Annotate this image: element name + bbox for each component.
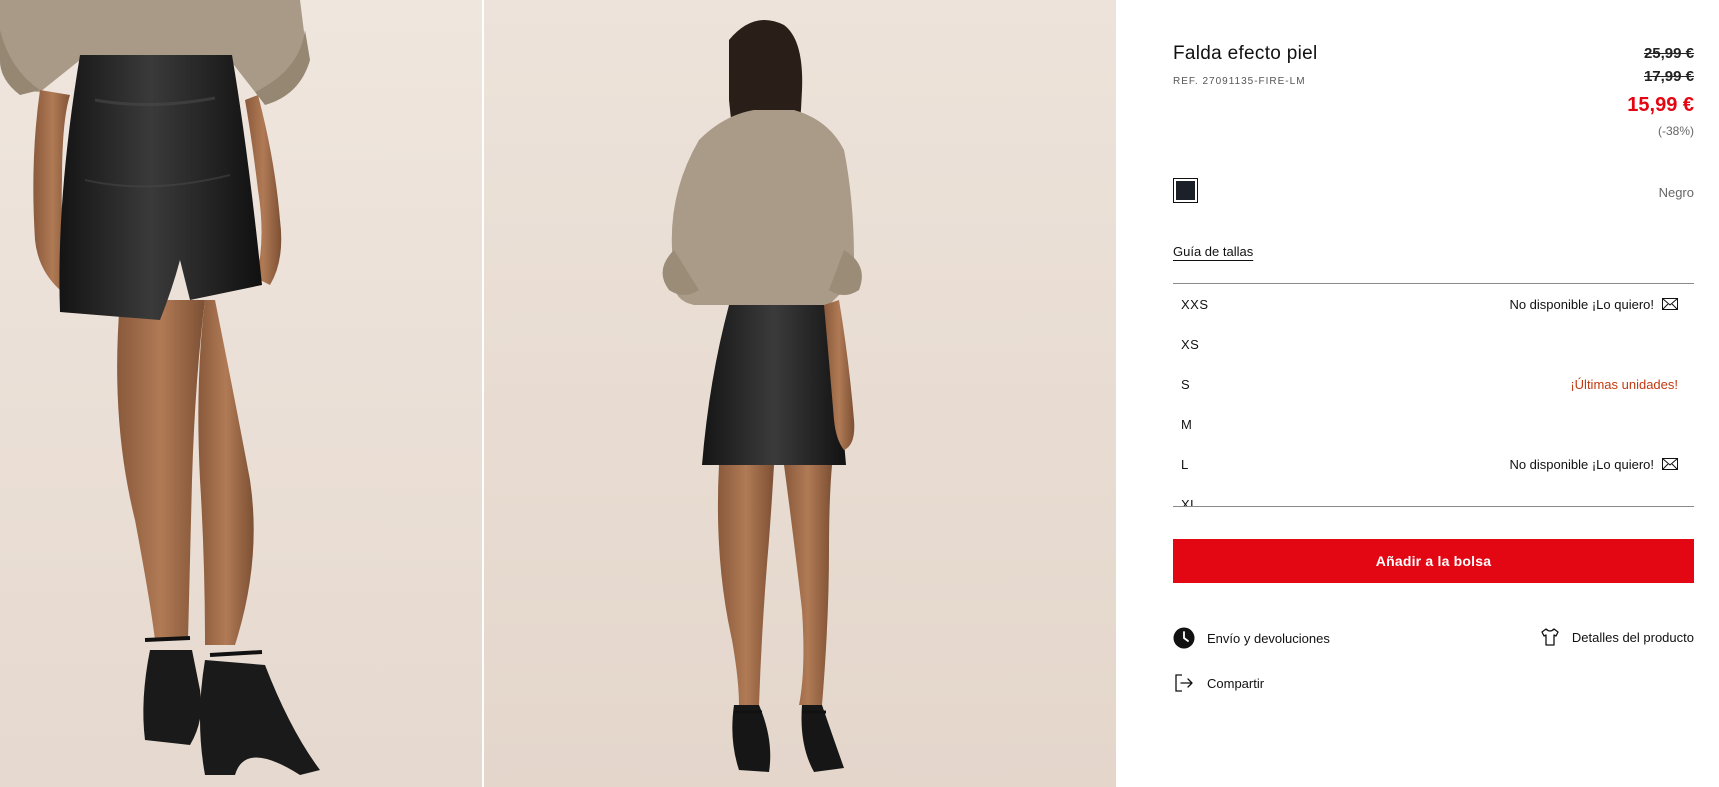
price-original: 25,99 € bbox=[1643, 45, 1694, 62]
size-option-l[interactable]: L No disponible ¡Lo quiero! bbox=[1173, 444, 1694, 484]
size-status-text: No disponible ¡Lo quiero! bbox=[1509, 296, 1654, 312]
size-option-m[interactable]: M bbox=[1173, 404, 1694, 444]
size-option-xl[interactable]: XL bbox=[1173, 484, 1694, 507]
product-reference: REF. 27091135-FIRE-LM bbox=[1173, 76, 1306, 87]
size-label: S bbox=[1181, 376, 1191, 392]
size-label: M bbox=[1181, 416, 1193, 432]
size-label: XL bbox=[1181, 496, 1198, 507]
size-option-xxs[interactable]: XXS No disponible ¡Lo quiero! bbox=[1173, 284, 1694, 324]
share-icon bbox=[1175, 674, 1193, 692]
price-block: 25,99 € 17,99 € 15,99 € (-38%) bbox=[1627, 42, 1694, 140]
add-to-bag-button[interactable]: Añadir a la bolsa bbox=[1173, 539, 1694, 583]
size-label: XXS bbox=[1181, 296, 1209, 312]
color-swatch-fill bbox=[1176, 181, 1195, 200]
size-label: XS bbox=[1181, 336, 1200, 352]
shipping-returns-label: Envío y devoluciones bbox=[1207, 630, 1330, 646]
size-status: No disponible ¡Lo quiero! bbox=[1509, 457, 1678, 472]
clock-icon bbox=[1173, 627, 1195, 649]
size-label: L bbox=[1181, 456, 1189, 472]
size-option-s[interactable]: S ¡Últimas unidades! bbox=[1173, 364, 1694, 404]
size-status: No disponible ¡Lo quiero! bbox=[1509, 297, 1678, 312]
color-swatch-black[interactable] bbox=[1173, 178, 1198, 203]
size-status-last-units: ¡Últimas unidades! bbox=[1570, 376, 1678, 392]
product-title: Falda efecto piel bbox=[1173, 43, 1318, 64]
price-discount: (-38%) bbox=[1657, 124, 1694, 138]
size-guide-link[interactable]: Guía de tallas bbox=[1173, 244, 1253, 259]
product-gallery bbox=[0, 0, 1116, 787]
price-previous: 17,99 € bbox=[1643, 68, 1694, 85]
shipping-returns-link[interactable]: Envío y devoluciones bbox=[1173, 627, 1330, 649]
product-photo-back[interactable] bbox=[484, 0, 1116, 787]
product-details-label: Detalles del producto bbox=[1571, 629, 1694, 645]
share-label: Compartir bbox=[1207, 675, 1265, 691]
product-panel: Falda efecto piel REF. 27091135-FIRE-LM … bbox=[1173, 0, 1694, 787]
size-option-xs[interactable]: XS bbox=[1173, 324, 1694, 364]
share-link[interactable]: Compartir bbox=[1173, 672, 1264, 694]
mail-icon[interactable] bbox=[1662, 458, 1678, 470]
tshirt-icon bbox=[1541, 628, 1559, 646]
product-details-link[interactable]: Detalles del producto bbox=[1540, 627, 1694, 647]
size-status-text: No disponible ¡Lo quiero! bbox=[1509, 456, 1654, 472]
color-name: Negro bbox=[1658, 185, 1694, 200]
mail-icon[interactable] bbox=[1662, 298, 1678, 310]
size-list[interactable]: XXS No disponible ¡Lo quiero! XS S ¡Últi… bbox=[1173, 283, 1694, 507]
price-current: 15,99 € bbox=[1627, 94, 1694, 116]
product-photo-front[interactable] bbox=[0, 0, 482, 787]
